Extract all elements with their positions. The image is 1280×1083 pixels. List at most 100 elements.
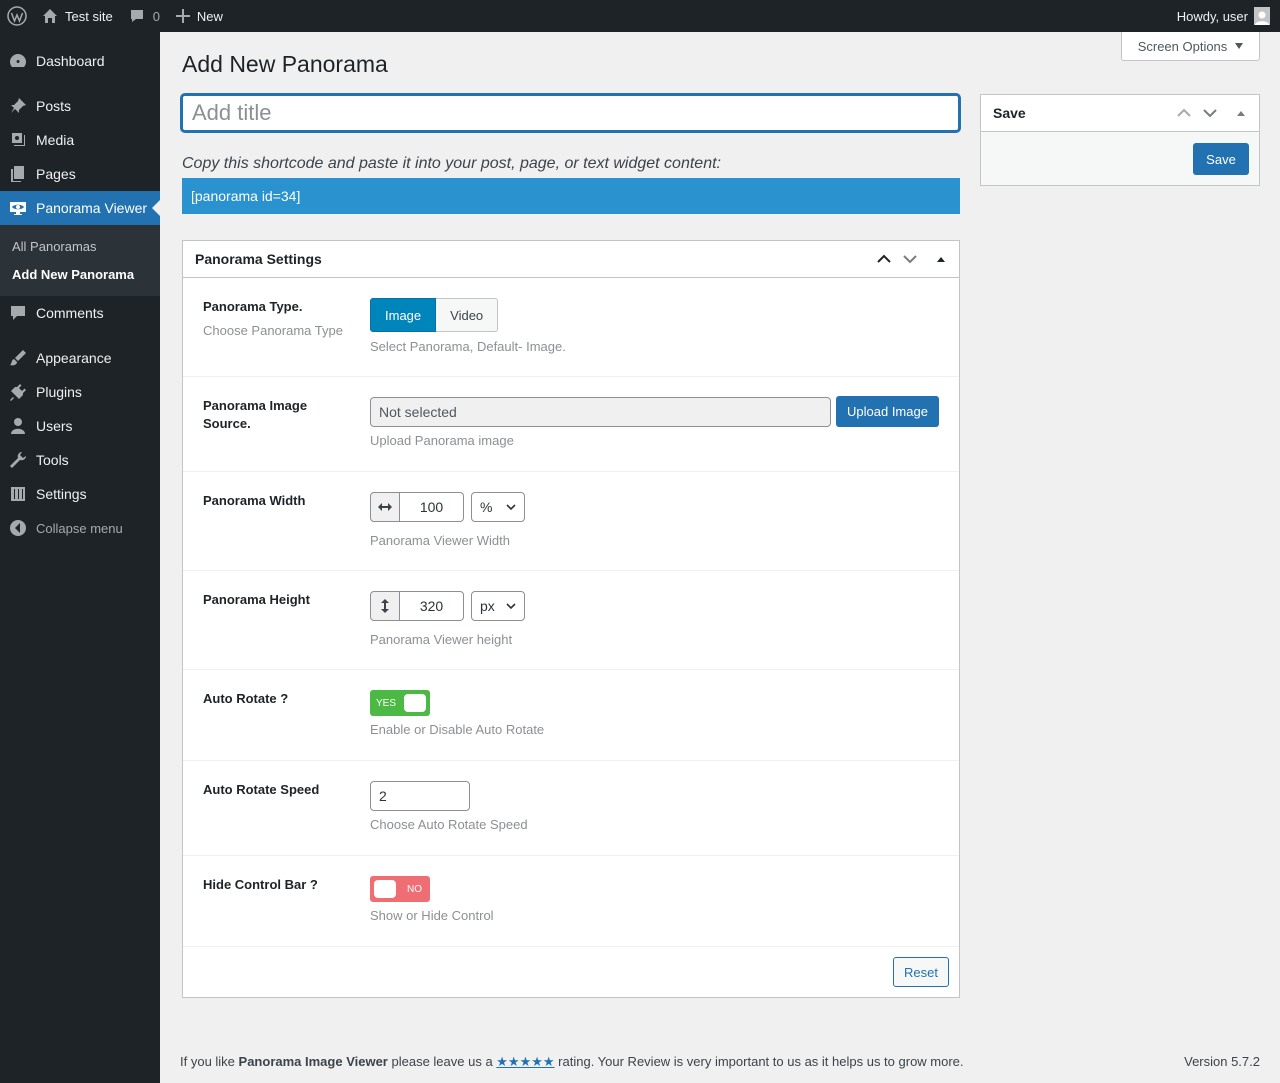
sidebar-item-label: Settings xyxy=(36,486,87,502)
auto-rotate-state: YES xyxy=(376,697,397,709)
save-box: Save Save xyxy=(980,94,1260,186)
wordpress-logo-icon[interactable] xyxy=(0,0,34,32)
settings-sliders-icon xyxy=(0,484,36,504)
my-account-link[interactable]: Howdy, user xyxy=(1169,0,1280,32)
arrows-vertical-icon xyxy=(370,591,400,621)
setting-row-height: Panorama Height 320 px Panorama Viewer h… xyxy=(183,571,959,670)
footer-text-after: rating. Your Review is very important to… xyxy=(554,1054,964,1069)
triangle-up-icon xyxy=(1237,110,1245,116)
shortcode-field[interactable]: [panorama id=34] xyxy=(182,178,960,214)
move-up-button[interactable] xyxy=(871,241,897,277)
hide-control-help: Show or Hide Control xyxy=(370,908,494,923)
sidebar-item-tools[interactable]: Tools xyxy=(0,443,160,477)
sidebar-item-dashboard[interactable]: Dashboard xyxy=(0,44,160,78)
type-video-button[interactable]: Video xyxy=(436,298,499,332)
new-label: New xyxy=(196,8,223,24)
auto-rotate-help: Enable or Disable Auto Rotate xyxy=(370,722,545,737)
source-help: Upload Panorama image xyxy=(370,433,514,448)
sidebar-item-pages[interactable]: Pages xyxy=(0,157,160,191)
setting-row-type: Panorama Type. Choose Panorama Type Imag… xyxy=(183,278,959,377)
width-group: 100 % xyxy=(370,492,525,522)
comments-link[interactable]: 0 xyxy=(121,0,168,32)
settings-footer: Reset xyxy=(183,947,959,997)
screen-options-button[interactable]: Screen Options xyxy=(1121,32,1260,61)
comment-bubble-icon xyxy=(130,10,143,22)
pushpin-icon xyxy=(0,96,36,116)
eye-screen-icon xyxy=(0,198,36,218)
reset-button[interactable]: Reset xyxy=(893,957,949,987)
setting-row-source: Panorama Image Source. Not selected Uplo… xyxy=(183,377,959,472)
sidebar-item-label: Posts xyxy=(36,98,72,114)
sidebar-item-media[interactable]: Media xyxy=(0,123,160,157)
rotate-speed-label: Auto Rotate Speed xyxy=(203,782,320,797)
move-up-button[interactable] xyxy=(1171,95,1197,131)
auto-rotate-toggle[interactable]: YES xyxy=(370,690,430,716)
toggle-panel-button[interactable] xyxy=(1223,95,1259,131)
type-image-button[interactable]: Image xyxy=(370,298,437,332)
user-icon xyxy=(0,416,36,436)
collapse-menu-button[interactable]: Collapse menu xyxy=(0,511,160,545)
height-unit-value: px xyxy=(480,598,495,614)
sidebar-item-panorama-viewer[interactable]: Panorama Viewer xyxy=(0,191,160,225)
save-box-title: Save xyxy=(993,105,1026,121)
width-help: Panorama Viewer Width xyxy=(370,533,510,548)
sidebar-item-appearance[interactable]: Appearance xyxy=(0,341,160,375)
upload-image-button[interactable]: Upload Image xyxy=(836,396,939,427)
footer-review-text: If you like Panorama Image Viewer please… xyxy=(180,1054,964,1070)
sidebar-item-posts[interactable]: Posts xyxy=(0,89,160,123)
chevron-down-icon xyxy=(506,603,516,610)
height-input[interactable]: 320 xyxy=(400,591,464,621)
shortcode-instructions: Copy this shortcode and paste it into yo… xyxy=(182,155,721,172)
save-button[interactable]: Save xyxy=(1193,143,1249,175)
dashboard-icon xyxy=(0,51,36,71)
home-icon xyxy=(43,9,57,23)
chevron-up-icon xyxy=(1177,108,1191,117)
comments-count: 0 xyxy=(152,8,160,24)
hide-control-toggle[interactable]: NO xyxy=(370,876,430,902)
panorama-settings-title: Panorama Settings xyxy=(195,251,322,267)
width-input[interactable]: 100 xyxy=(400,492,464,522)
admin-sidebar: Dashboard Posts Media Pages Panorama Vie… xyxy=(0,32,160,1083)
new-content-link[interactable]: New xyxy=(168,0,231,32)
footer-plugin-name: Panorama Image Viewer xyxy=(238,1054,388,1069)
toggle-knob xyxy=(404,694,426,712)
rotate-speed-input[interactable]: 2 xyxy=(370,781,470,811)
paintbrush-icon xyxy=(0,348,36,368)
panorama-settings-header: Panorama Settings xyxy=(183,241,959,278)
toggle-panel-button[interactable] xyxy=(923,241,959,277)
image-source-field[interactable]: Not selected xyxy=(370,397,831,427)
panorama-settings-box: Panorama Settings Panorama Type. Choose … xyxy=(182,240,960,998)
chevron-down-icon xyxy=(903,255,917,264)
site-name-link[interactable]: Test site xyxy=(34,0,121,32)
height-unit-select[interactable]: px xyxy=(471,591,525,621)
submenu-add-new-panorama[interactable]: Add New Panorama xyxy=(0,260,160,288)
move-down-button[interactable] xyxy=(897,241,923,277)
plus-icon xyxy=(175,9,190,23)
auto-rotate-label: Auto Rotate ? xyxy=(203,691,289,706)
wrench-icon xyxy=(0,450,36,470)
sidebar-item-label: Panorama Viewer xyxy=(36,200,148,216)
sidebar-item-users[interactable]: Users xyxy=(0,409,160,443)
type-label: Panorama Type. xyxy=(203,299,303,314)
rating-stars-link[interactable]: ★★★★★ xyxy=(496,1054,554,1069)
width-unit-select[interactable]: % xyxy=(471,492,525,522)
sidebar-item-settings[interactable]: Settings xyxy=(0,477,160,511)
sidebar-item-plugins[interactable]: Plugins xyxy=(0,375,160,409)
media-icon xyxy=(0,130,36,150)
submenu-all-panoramas[interactable]: All Panoramas xyxy=(0,232,160,260)
setting-row-width: Panorama Width 100 % Panorama Viewer Wid… xyxy=(183,472,959,571)
move-down-button[interactable] xyxy=(1197,95,1223,131)
comment-icon xyxy=(0,303,36,323)
source-label: Panorama Image Source. xyxy=(203,398,308,431)
triangle-up-icon xyxy=(937,256,945,262)
sidebar-item-comments[interactable]: Comments xyxy=(0,296,160,330)
howdy-text: Howdy, user xyxy=(1176,8,1248,24)
title-input[interactable] xyxy=(181,94,960,132)
chevron-up-icon xyxy=(877,254,891,263)
sidebar-item-label: Tools xyxy=(36,452,69,468)
rotate-speed-help: Choose Auto Rotate Speed xyxy=(370,817,528,832)
type-segmented-control: Image Video xyxy=(370,298,499,332)
sidebar-item-label: Comments xyxy=(36,305,104,321)
save-box-header: Save xyxy=(981,95,1259,132)
setting-row-rotate-speed: Auto Rotate Speed 2 Choose Auto Rotate S… xyxy=(183,761,959,856)
